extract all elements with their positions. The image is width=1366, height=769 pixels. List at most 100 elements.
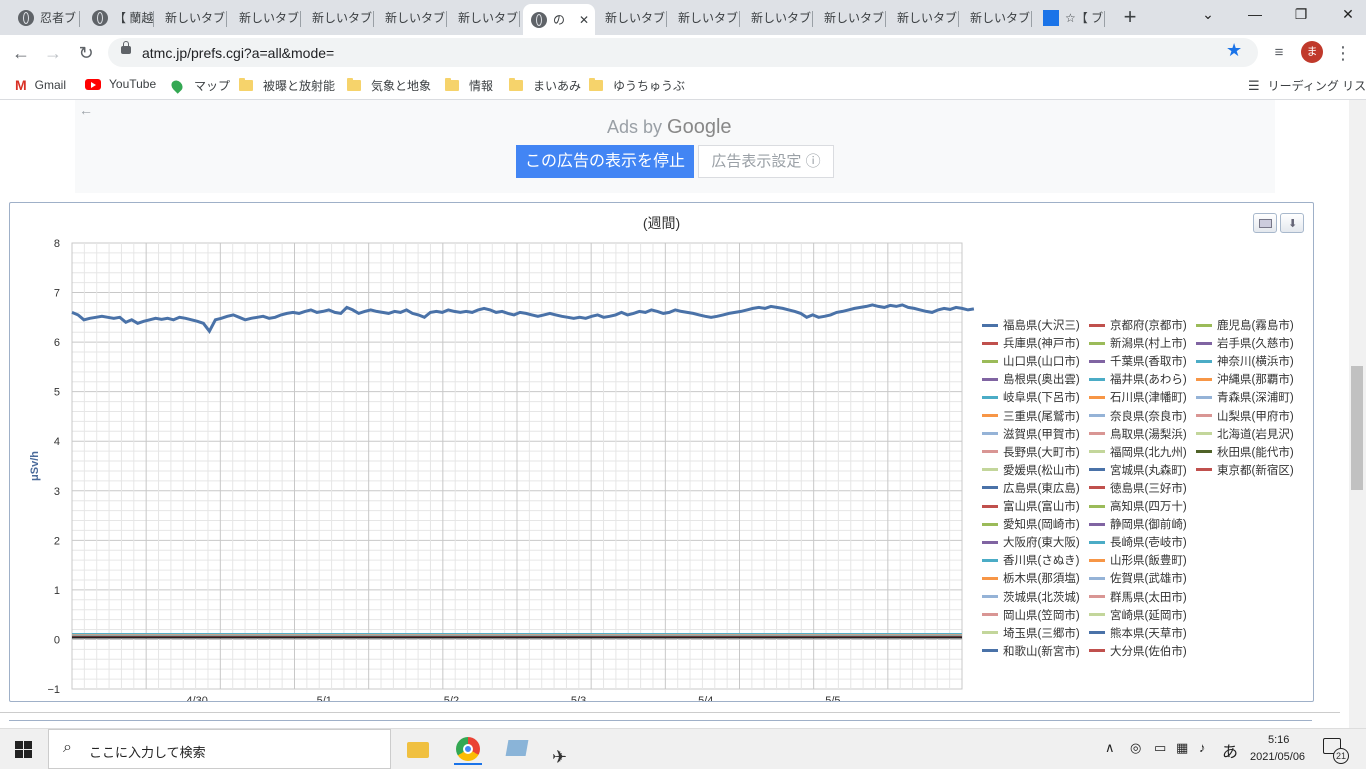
legend-item[interactable]: 佐賀県(武雄市): [1089, 570, 1187, 586]
file-explorer-icon[interactable]: [404, 735, 432, 763]
tab-active[interactable]: の ✕: [523, 4, 595, 35]
new-tab-button[interactable]: +: [1120, 6, 1140, 28]
legend-item[interactable]: 福井県(あわら): [1089, 371, 1187, 387]
legend-item[interactable]: 福島県(大沢三): [982, 317, 1080, 333]
legend-item[interactable]: 東京都(新宿区): [1196, 462, 1294, 478]
bookmark-folder-maiami[interactable]: まいあみ: [509, 77, 581, 94]
profile-avatar[interactable]: ま: [1301, 41, 1323, 63]
legend-item[interactable]: 岩手県(久慈市): [1196, 335, 1294, 351]
tab[interactable]: 新しいタブ: [962, 4, 1032, 31]
legend-item[interactable]: 栃木県(那須塩): [982, 570, 1080, 586]
bookmark-star-icon[interactable]: ★: [1226, 40, 1242, 61]
legend-item[interactable]: 奈良県(奈良市): [1089, 408, 1187, 424]
legend-item[interactable]: 宮崎県(延岡市): [1089, 607, 1187, 623]
bookmark-youtube[interactable]: YouTube: [85, 77, 156, 91]
tray-app-icon[interactable]: ◎: [1130, 740, 1141, 756]
taskbar-search-box[interactable]: ⌕ ここに入力して検索: [48, 729, 391, 769]
ad-back-arrow-icon[interactable]: ←: [79, 102, 93, 118]
reload-button[interactable]: ↻: [75, 42, 97, 64]
clock-time[interactable]: 5:16: [1268, 734, 1289, 746]
legend-item[interactable]: 福岡県(北九州): [1089, 444, 1187, 460]
legend-item[interactable]: 広島県(東広島): [982, 480, 1080, 496]
legend-item[interactable]: 千葉県(香取市): [1089, 353, 1187, 369]
tab-search-icon[interactable]: ⌄: [1196, 6, 1220, 23]
legend-item[interactable]: 和歌山(新宮市): [982, 643, 1080, 659]
legend-item[interactable]: 富山県(富山市): [982, 498, 1080, 514]
legend-item[interactable]: 埼玉県(三郷市): [982, 625, 1080, 641]
legend-item[interactable]: 青森県(深浦町): [1196, 389, 1294, 405]
legend-item[interactable]: 山形県(飯豊町): [1089, 552, 1187, 568]
legend-item[interactable]: 秋田県(能代市): [1196, 444, 1294, 460]
clock-date[interactable]: 2021/05/06: [1250, 751, 1305, 763]
legend-item[interactable]: 沖縄県(那覇市): [1196, 371, 1294, 387]
bookmark-folder-hibaku[interactable]: 被曝と放射能: [239, 77, 335, 94]
legend-item[interactable]: 山口県(山口市): [982, 353, 1080, 369]
legend-item[interactable]: 静岡県(御前崎): [1089, 516, 1187, 532]
legend-item[interactable]: 石川県(津幡町): [1089, 389, 1187, 405]
tab[interactable]: 新しいタブ: [597, 4, 667, 31]
tab[interactable]: 忍者ブ: [10, 4, 80, 31]
tab[interactable]: 新しいタブ: [157, 4, 227, 31]
tab[interactable]: 新しいタブ: [816, 4, 886, 31]
legend-item[interactable]: 岐阜県(下呂市): [982, 389, 1080, 405]
legend-item[interactable]: 島根県(奥出雲): [982, 371, 1080, 387]
tab[interactable]: 新しいタブ: [743, 4, 813, 31]
legend-item[interactable]: 宮城県(丸森町): [1089, 462, 1187, 478]
tab[interactable]: 新しいタブ: [231, 4, 301, 31]
bookmark-folder-kisho[interactable]: 気象と地象: [347, 77, 431, 94]
tab[interactable]: 新しいタブ: [889, 4, 959, 31]
legend-item[interactable]: 大阪府(東大阪): [982, 534, 1080, 550]
legend-item[interactable]: 愛媛県(松山市): [982, 462, 1080, 478]
back-button[interactable]: ←: [10, 42, 32, 64]
tab[interactable]: ☆【 ブ: [1035, 4, 1105, 31]
legend-item[interactable]: 徳島県(三好市): [1089, 480, 1187, 496]
battery-icon[interactable]: ▭: [1154, 740, 1166, 756]
ime-indicator[interactable]: あ: [1222, 738, 1238, 762]
legend-item[interactable]: 神奈川(横浜市): [1196, 353, 1294, 369]
chrome-icon[interactable]: [454, 735, 482, 765]
tab[interactable]: 【 蘭越: [84, 4, 154, 31]
legend-item[interactable]: 三重県(尾鷲市): [982, 408, 1080, 424]
legend-item[interactable]: 山梨県(甲府市): [1196, 408, 1294, 424]
tab[interactable]: 新しいタブ: [377, 4, 447, 31]
tab[interactable]: 新しいタブ: [450, 4, 520, 31]
legend-item[interactable]: 長崎県(壱岐市): [1089, 534, 1187, 550]
media-control-icon[interactable]: ≡: [1268, 42, 1290, 64]
legend-item[interactable]: 熊本県(天草市): [1089, 625, 1187, 641]
close-tab-icon[interactable]: ✕: [579, 13, 589, 27]
forward-button[interactable]: →: [42, 42, 64, 64]
legend-item[interactable]: 滋賀県(甲賀市): [982, 426, 1080, 442]
tab[interactable]: 新しいタブ: [670, 4, 740, 31]
bookmark-maps[interactable]: マップ: [169, 77, 230, 94]
windows-start-icon[interactable]: [15, 741, 32, 758]
notebook-app-icon[interactable]: [503, 735, 531, 763]
close-window-button[interactable]: ✕: [1336, 6, 1360, 23]
legend-item[interactable]: 香川県(さぬき): [982, 552, 1079, 568]
legend-item[interactable]: 新潟県(村上市): [1089, 335, 1187, 351]
legend-item[interactable]: 長野県(大町市): [982, 444, 1080, 460]
minimize-button[interactable]: —: [1243, 6, 1267, 22]
legend-item[interactable]: 大分県(佐伯市): [1089, 643, 1187, 659]
legend-item[interactable]: 群馬県(太田市): [1089, 589, 1187, 605]
maximize-button[interactable]: ❐: [1289, 6, 1313, 23]
legend-item[interactable]: 鳥取県(湯梨浜): [1089, 426, 1187, 442]
reading-list-button[interactable]: ☰ リーディング リスト: [1248, 77, 1366, 94]
legend-item[interactable]: 高知県(四万十): [1089, 498, 1187, 514]
legend-item[interactable]: 茨城県(北茨城): [982, 589, 1080, 605]
legend-item[interactable]: 北海道(岩見沢): [1196, 426, 1294, 442]
airplane-app-icon[interactable]: ✈: [552, 735, 580, 767]
legend-item[interactable]: 愛知県(岡崎市): [982, 516, 1080, 532]
tab[interactable]: 新しいタブ: [304, 4, 374, 31]
stop-ad-button[interactable]: この広告の表示を停止: [516, 145, 694, 178]
vertical-scrollbar[interactable]: [1349, 100, 1366, 728]
legend-item[interactable]: 鹿児島(霧島市): [1196, 317, 1294, 333]
scrollbar-thumb[interactable]: [1351, 366, 1363, 490]
bookmark-folder-youchuubu[interactable]: ゆうちゅうぶ: [589, 77, 685, 94]
ad-settings-button[interactable]: 広告表示設定 ⓘ: [698, 145, 834, 178]
legend-item[interactable]: 京都府(京都市): [1089, 317, 1187, 333]
menu-icon[interactable]: ⋮: [1332, 42, 1354, 64]
legend-item[interactable]: 兵庫県(神戸市): [982, 335, 1080, 351]
bookmark-folder-joho[interactable]: 情報: [445, 77, 493, 94]
legend-item[interactable]: 岡山県(笠岡市): [982, 607, 1080, 623]
bookmark-gmail[interactable]: M Gmail: [15, 77, 66, 93]
